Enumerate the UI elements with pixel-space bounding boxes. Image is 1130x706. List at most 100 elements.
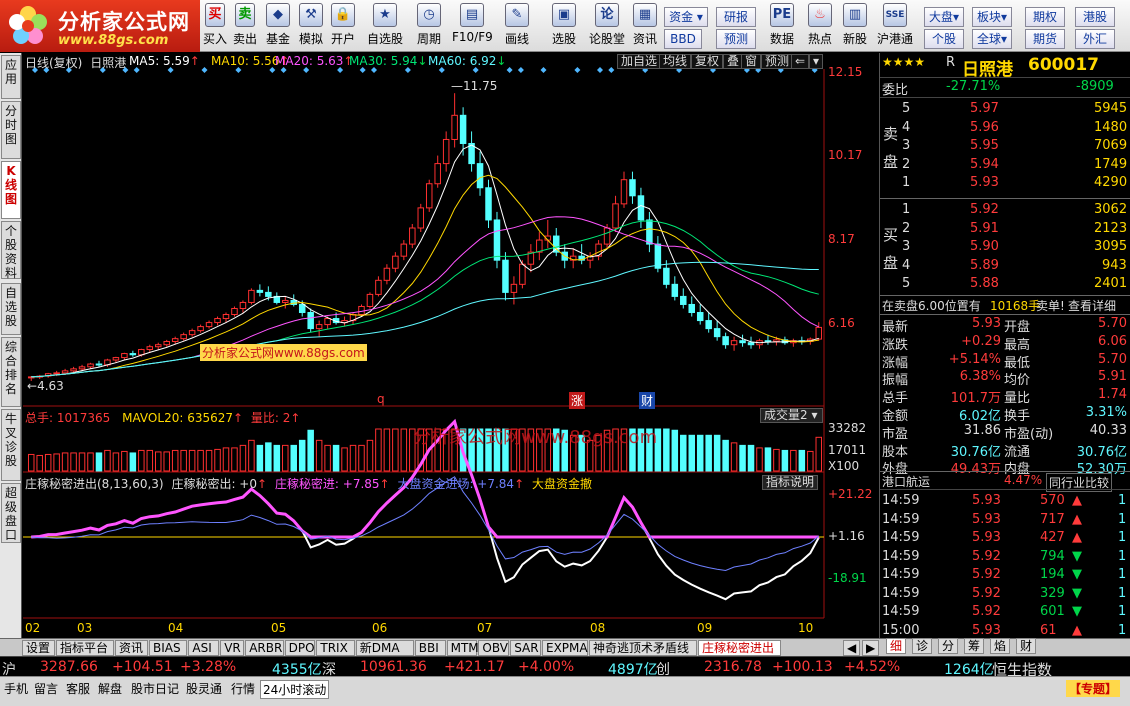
research-button[interactable]: 研报 [716,7,756,27]
overlay-button[interactable]: 叠 [723,54,744,69]
quote-tab-0[interactable]: 细 [886,638,907,654]
document-icon: ▤ [460,3,484,27]
tab-5[interactable]: VR [220,640,245,656]
futures-button[interactable]: 期货 [1025,29,1065,49]
status-service[interactable]: 客服 [66,680,90,697]
market-button[interactable]: 大盘▾ [924,7,964,27]
stock-picker-button[interactable]: ▣ 选股 [548,3,580,49]
watchlist-button[interactable]: ★ 自选股 [365,3,405,49]
sell-button[interactable]: 卖卖出 [232,3,258,49]
quote-tab-3[interactable]: 筹 [964,638,985,654]
hk-connect-button[interactable]: SSE 沪港通 [874,3,916,49]
tab-scroll-left-icon[interactable]: ◀ [843,640,861,656]
tab-profile[interactable]: 个股资料 [1,221,21,280]
volume-bar [239,444,247,472]
tab-level2[interactable]: 超级盘口 [1,483,21,543]
simulate-button[interactable]: ⚒ 模拟 [296,3,326,49]
tab-diagnosis[interactable]: 牛叉诊股 [1,409,21,481]
expand-icon[interactable]: ⇐ [791,54,810,69]
status-message[interactable]: 留言 [34,680,58,697]
new-stock-button[interactable]: ▥ 新股 [840,3,870,49]
volume-indicator-select[interactable]: 成交量2 ▾ [760,408,823,423]
chart-canvas[interactable] [23,53,878,638]
level-price: 5.89 [970,257,999,273]
f10-button[interactable]: ▤ F10/F9 [452,3,493,49]
status-diary[interactable]: 股市日记 [131,680,179,697]
tab-16[interactable]: 庄稼秘密进出 [698,640,781,656]
open-account-button[interactable]: 🔒 开户 [328,3,358,49]
status-gulingtong[interactable]: 股灵通 [186,680,222,697]
buy-button[interactable]: 买买入 [202,3,228,49]
add-watch-button[interactable]: 加自选 [617,54,662,69]
level-volume: 943 [1102,257,1127,273]
forum-button[interactable]: 论论股堂 [587,3,627,49]
tab-6[interactable]: ARBR [245,640,284,656]
forex-button[interactable]: 外汇 [1075,29,1115,49]
tab-10[interactable]: BBI [414,640,446,656]
indicator-help-button[interactable]: 指标说明 [762,475,819,490]
stat-value: 5.70 [1098,316,1127,331]
tab-1[interactable]: 指标平台 [56,640,114,656]
sector-button[interactable]: 板块▾ [972,7,1012,27]
status-analysis[interactable]: 解盘 [98,680,122,697]
tab-7[interactable]: DPO [284,640,316,656]
special-topic-link[interactable]: 【专题】 [1066,680,1121,697]
quote-tab-1[interactable]: 诊 [912,638,933,654]
data-button[interactable]: PE 数据 [765,3,799,49]
tab-0[interactable]: 设置 [22,640,55,656]
candle-body [510,283,518,293]
volume-bar [53,453,60,472]
quote-tab-5[interactable]: 财 [1016,638,1037,654]
period-button[interactable]: ◷ 周期 [412,3,446,49]
news-button[interactable]: ▦ 资讯 [630,3,660,49]
fund-button[interactable]: ◆ 基金 [263,3,293,49]
tab-3[interactable]: BIAS [149,640,188,656]
ma-button[interactable]: 均线 [659,54,692,69]
tab-kline[interactable]: K线图 [1,161,21,219]
index-bar: 沪 3287.66 +104.51 +3.28% 4355亿 深 10961.3… [0,656,1130,679]
event-marker[interactable]: 财 [639,392,656,409]
tab-scroll-right-icon[interactable]: ▶ [862,640,880,656]
event-marker[interactable]: 涨 [569,392,586,409]
draw-line-button[interactable]: ✎ 画线 [500,3,534,49]
kline-chart[interactable]: 日线(复权) 日照港 MA5: 5.59↑ MA10: 5.56↑ MA20: … [23,53,878,638]
status-quotes[interactable]: 行情 [231,680,255,697]
fund-flow-button[interactable]: 资金 ▾ [664,7,708,27]
status-ticker[interactable]: 24小时滚动 [260,680,330,699]
volume-bar [400,428,408,472]
tab-15[interactable]: 神奇逃顶术矛盾线 [589,640,697,656]
forecast-button[interactable]: 预测 [716,29,756,49]
status-mobile[interactable]: 手机 [4,680,28,697]
bid-level: 3 5.90 3095 [880,238,1130,256]
adjust-button[interactable]: 复权 [691,54,724,69]
order-notice[interactable]: 在卖盘6.00位置有 10168手 卖单! 查看详细 [880,295,1130,313]
tab-12[interactable]: OBV [478,640,510,656]
window-button[interactable]: 窗 [741,54,762,69]
tab-13[interactable]: SAR [510,640,541,656]
bbd-button[interactable]: BBD [664,29,702,49]
options-button[interactable]: 期权 [1025,7,1065,27]
view-detail-link[interactable]: 查看详细 [1068,297,1116,314]
global-button[interactable]: 全球▾ [972,29,1012,49]
tab-intraday[interactable]: 分时图 [1,101,21,159]
tab-2[interactable]: 资讯 [115,640,148,656]
quote-tab-2[interactable]: 分 [938,638,959,654]
event-marker[interactable]: q [377,392,385,406]
stat-value: 5.70 [1098,351,1127,367]
hot-button[interactable]: ♨ 热点 [805,3,835,49]
tab-apps[interactable]: 应用 [1,55,21,99]
tab-11[interactable]: MTM [446,640,479,656]
single-stock-button[interactable]: 个股 [924,29,964,49]
tab-watchlist[interactable]: 自选股 [1,283,21,335]
volume-bar [155,451,162,472]
tab-ranking[interactable]: 综合排名 [1,337,21,407]
tab-8[interactable]: TRIX [316,640,355,656]
tab-9[interactable]: 新DMA [355,640,414,656]
quote-tab-4[interactable]: 焰 [990,638,1011,654]
tab-14[interactable]: EXPMA [542,640,588,656]
predict-button[interactable]: 预测 [761,54,794,69]
commission-ratio-row: 委比 -27.71% -8909 [880,77,1130,98]
tab-4[interactable]: ASI [188,640,220,656]
hk-stocks-button[interactable]: 港股 [1075,7,1115,27]
menu-chevron-icon[interactable]: ▾ [809,54,824,69]
